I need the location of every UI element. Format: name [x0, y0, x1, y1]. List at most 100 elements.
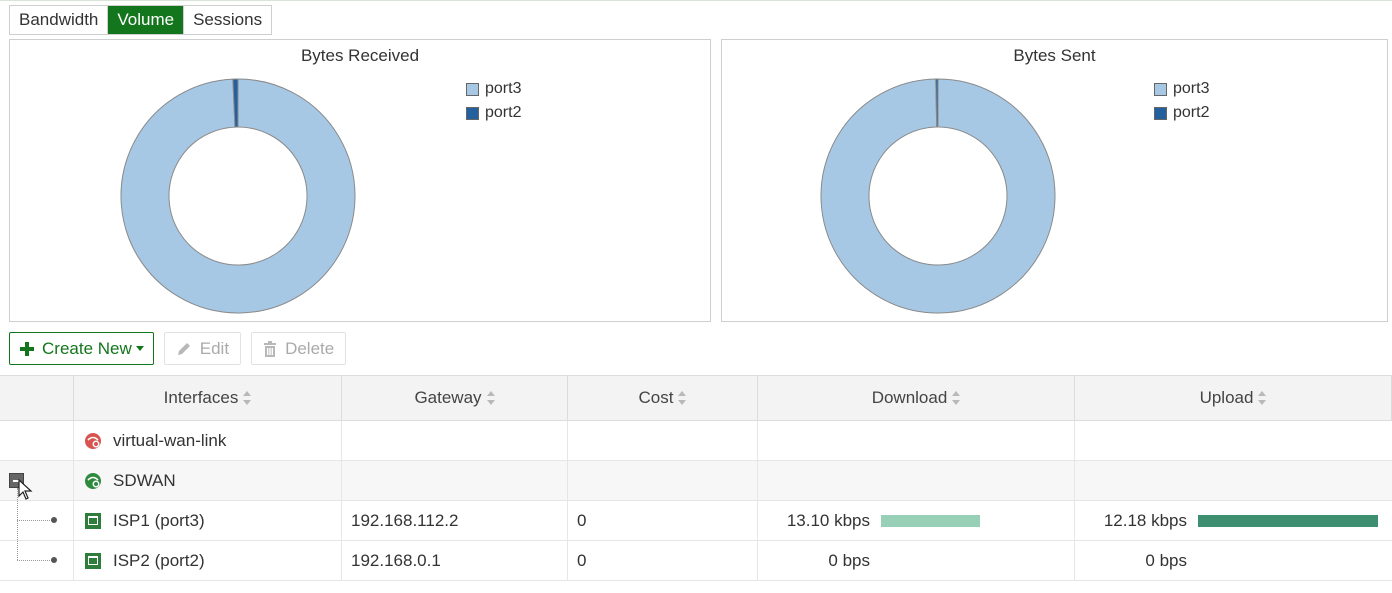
create-new-button[interactable]: Create New [9, 332, 154, 365]
gateway-cell [342, 461, 568, 500]
chart-title: Bytes Sent [1013, 46, 1096, 65]
download-cell: 0 bps [758, 541, 1075, 580]
edit-label: Edit [199, 338, 230, 358]
tree-branch [17, 520, 54, 521]
row-gutter [0, 421, 74, 460]
cost-cell [568, 421, 758, 460]
gateway-cell [342, 421, 568, 460]
column-header-cost[interactable]: Cost [568, 376, 758, 420]
upload-cell: 12.18 kbps [1075, 501, 1392, 540]
gateway-cell: 192.168.0.1 [342, 541, 568, 580]
interface-cell: ISP1 (port3) [74, 501, 342, 540]
sort-icon [952, 391, 961, 405]
chart-legend: port3 port2 [466, 77, 521, 125]
sort-icon [243, 391, 252, 405]
upload-cell [1075, 461, 1392, 500]
upload-cell: 0 bps [1075, 541, 1392, 580]
download-bar [881, 514, 980, 527]
bytes-sent-panel: Bytes Sent port3 port2 [721, 39, 1388, 322]
virtual-wan-icon [84, 432, 102, 450]
row-gutter [0, 501, 74, 540]
download-cell: 13.10 kbps [758, 501, 1075, 540]
sdwan-zone-icon [84, 472, 102, 490]
upload-rate: 0 bps [1145, 550, 1187, 570]
cost-cell: 0 [568, 541, 758, 580]
upload-cell [1075, 421, 1392, 460]
edit-button[interactable]: Edit [163, 332, 242, 365]
interface-cell: ISP2 (port2) [74, 541, 342, 580]
interface-cell: virtual-wan-link [74, 421, 342, 460]
tab-volume[interactable]: Volume [107, 6, 184, 34]
sort-icon [678, 391, 687, 405]
gateway-cell: 192.168.112.2 [342, 501, 568, 540]
table-row[interactable]: ISP1 (port3) 192.168.112.2 0 13.10 kbps … [0, 501, 1392, 541]
legend-item-port2[interactable]: port2 [1154, 101, 1209, 125]
table-row[interactable]: ISP2 (port2) 192.168.0.1 0 0 bps 0 bps [0, 541, 1392, 581]
interface-name: ISP2 (port2) [113, 550, 205, 570]
bytes-received-donut [120, 78, 356, 314]
table-row[interactable]: SDWAN [0, 461, 1392, 501]
sort-icon [1258, 391, 1267, 405]
cost-cell [568, 461, 758, 500]
delete-label: Delete [285, 338, 335, 358]
chart-title: Bytes Received [300, 46, 420, 65]
table-row[interactable]: virtual-wan-link [0, 421, 1392, 461]
plus-icon [20, 341, 34, 356]
interface-name: SDWAN [113, 470, 176, 490]
column-header-gateway[interactable]: Gateway [342, 376, 568, 420]
bytes-received-panel: Bytes Received port3 port2 [9, 39, 711, 322]
donut-slice-port2[interactable] [935, 78, 939, 128]
legend-item-port3[interactable]: port3 [1154, 77, 1209, 101]
legend-item-port2[interactable]: port2 [466, 101, 521, 125]
download-rate: 0 bps [828, 550, 870, 570]
legend-label: port2 [1173, 104, 1210, 121]
legend-label: port3 [485, 80, 522, 97]
column-header-upload[interactable]: Upload [1075, 376, 1392, 420]
legend-swatch [466, 82, 479, 96]
column-label: Upload [1199, 388, 1254, 407]
column-label: Gateway [414, 388, 482, 407]
caret-down-icon [135, 346, 144, 351]
upload-rate: 12.18 kbps [1103, 510, 1187, 530]
download-cell [758, 461, 1075, 500]
tree-connector [17, 541, 18, 560]
pencil-icon [176, 341, 192, 357]
tab-sessions[interactable]: Sessions [183, 6, 272, 34]
delete-button[interactable]: Delete [251, 332, 347, 365]
trash-icon [263, 340, 277, 357]
download-cell [758, 421, 1075, 460]
column-label: Interfaces [163, 388, 239, 407]
toolbar: Create New Edit Delete [9, 332, 347, 365]
column-header-download[interactable]: Download [758, 376, 1075, 420]
row-gutter [0, 541, 74, 580]
table-header: Interfaces Gateway Cost Download Upload [0, 375, 1392, 421]
column-label: Download [871, 388, 948, 407]
tree-node-dot [51, 557, 57, 563]
download-rate: 13.10 kbps [786, 510, 870, 530]
legend-swatch [1154, 106, 1167, 120]
legend-item-port3[interactable]: port3 [466, 77, 521, 101]
bytes-sent-donut [820, 78, 1056, 314]
legend-label: port2 [485, 104, 522, 121]
sdwan-table: Interfaces Gateway Cost Download Upload … [0, 375, 1392, 581]
top-divider [0, 0, 1392, 1]
row-gutter [0, 461, 74, 500]
column-header-interfaces[interactable]: Interfaces [74, 376, 342, 420]
legend-swatch [1154, 82, 1167, 96]
legend-label: port3 [1173, 80, 1210, 97]
tab-bandwidth[interactable]: Bandwidth [10, 6, 108, 34]
interface-name: ISP1 (port3) [113, 510, 205, 530]
legend-swatch [466, 106, 479, 120]
port-icon [84, 512, 102, 530]
interface-name: virtual-wan-link [113, 430, 227, 450]
cost-cell: 0 [568, 501, 758, 540]
view-tabs: Bandwidth Volume Sessions [9, 5, 273, 35]
tree-branch [17, 560, 54, 561]
mouse-cursor-icon [18, 479, 33, 500]
create-new-label: Create New [42, 338, 132, 358]
sort-icon [486, 391, 495, 405]
column-label: Cost [638, 388, 674, 407]
chart-legend: port3 port2 [1154, 77, 1209, 125]
interface-cell: SDWAN [74, 461, 342, 500]
tree-node-dot [51, 517, 57, 523]
